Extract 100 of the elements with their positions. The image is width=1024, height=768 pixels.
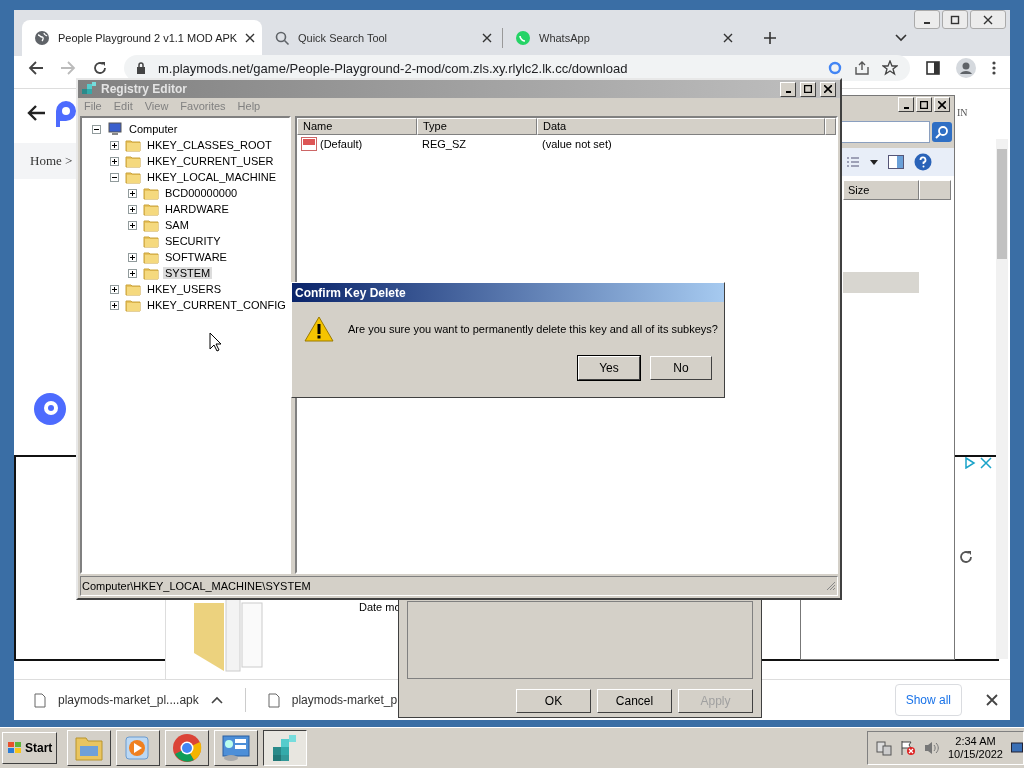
network-icon[interactable] <box>875 740 892 756</box>
search-button[interactable] <box>932 122 952 142</box>
preview-pane-icon[interactable] <box>888 155 904 169</box>
close-icon[interactable] <box>723 33 733 43</box>
flag-alert-icon[interactable] <box>899 740 916 756</box>
tree-item[interactable]: SECURITY <box>163 235 223 247</box>
expand-icon[interactable] <box>110 284 119 294</box>
close-icon <box>983 14 993 25</box>
file-icon <box>267 692 280 708</box>
address-bar[interactable]: m.playmods.net/game/People-Playground-2-mod/com.zls.xy.rlylc2.lk.cc/download <box>124 55 910 81</box>
back-icon[interactable] <box>28 60 44 76</box>
expand-icon[interactable] <box>128 220 137 230</box>
start-button[interactable]: Start <box>2 732 58 764</box>
new-tab-icon[interactable] <box>763 31 777 45</box>
folder-icon <box>125 138 141 152</box>
folder-icon <box>125 298 141 312</box>
dialog-button[interactable]: Cancel <box>597 689 672 713</box>
refresh-icon[interactable] <box>958 549 974 565</box>
expand-icon[interactable] <box>110 156 119 166</box>
window-title: Registry Editor <box>101 82 187 96</box>
browser-icon <box>172 733 203 763</box>
share-icon[interactable] <box>854 60 870 76</box>
sign-in-link[interactable]: IN <box>957 107 968 118</box>
maximize-icon <box>920 100 928 109</box>
tree-item[interactable]: SAM <box>163 219 191 231</box>
download-item[interactable]: playmods-market_p <box>267 692 398 708</box>
column-header[interactable]: Size <box>843 180 919 200</box>
resize-grip-icon[interactable] <box>826 581 836 591</box>
tree-item[interactable]: Computer <box>127 123 180 135</box>
collapse-icon[interactable] <box>92 124 101 134</box>
taskbar-button[interactable] <box>263 730 308 766</box>
show-desktop-icon[interactable] <box>1011 741 1023 755</box>
expand-icon[interactable] <box>128 252 137 262</box>
tree-item[interactable]: SOFTWARE <box>163 251 229 263</box>
tree-item[interactable]: HKEY_CURRENT_USER <box>145 155 276 167</box>
reload-icon[interactable] <box>92 60 108 76</box>
tree-item[interactable]: BCD00000000 <box>163 187 240 199</box>
show-all-button[interactable]: Show all <box>894 684 962 716</box>
maximize-button[interactable] <box>800 81 816 97</box>
side-panel-icon[interactable] <box>926 61 940 75</box>
close-icon[interactable] <box>986 694 998 706</box>
column-header[interactable]: Data <box>537 118 825 135</box>
folder-icon <box>143 186 159 200</box>
download-item[interactable]: playmods-market_pl....apk <box>34 692 223 708</box>
table-cell: (Default) <box>297 137 417 151</box>
dropdown-icon[interactable] <box>870 159 878 165</box>
star-icon[interactable] <box>882 60 898 76</box>
minimize-icon <box>924 21 930 24</box>
tree-item[interactable]: HKEY_CURRENT_CONFIG <box>145 299 288 311</box>
dialog-message: Are you sure you want to permanently delete this key and all of its subkeys? <box>348 323 718 335</box>
globe-icon <box>34 30 50 46</box>
close-icon[interactable] <box>245 33 256 43</box>
column-header[interactable] <box>919 180 951 200</box>
browser-tab[interactable]: People Playground 2 v1.1 MOD APK <box>22 20 262 56</box>
table-cell-text: (value not set) <box>541 138 613 150</box>
folder-icon <box>143 250 159 264</box>
browser-tab[interactable]: Quick Search Tool <box>262 20 502 56</box>
close-icon[interactable] <box>482 33 492 43</box>
expand-icon[interactable] <box>128 268 137 278</box>
table-cell-text: REG_SZ <box>421 138 467 150</box>
minimize-icon <box>903 106 909 109</box>
minimize-icon <box>785 91 791 93</box>
expand-icon[interactable] <box>128 204 137 214</box>
expand-icon[interactable] <box>110 140 119 150</box>
folder-icon <box>143 266 159 280</box>
chat-icon <box>515 30 531 46</box>
control-panel-icon <box>221 734 252 762</box>
scrollbar[interactable] <box>996 139 1008 659</box>
caret-icon[interactable] <box>210 696 223 704</box>
dialog-button[interactable]: OK <box>516 689 591 713</box>
profile-icon[interactable] <box>956 58 976 78</box>
tree-item[interactable]: HARDWARE <box>163 203 231 215</box>
maximize-button[interactable] <box>916 97 932 112</box>
search-field[interactable] <box>841 121 930 143</box>
logo-icon <box>54 99 78 127</box>
tree-item[interactable]: HKEY_CLASSES_ROOT <box>145 139 274 151</box>
search-icon <box>935 125 949 139</box>
collapse-icon[interactable] <box>110 172 119 182</box>
expand-icon[interactable] <box>128 188 137 198</box>
maximize-icon <box>804 85 812 93</box>
column-header[interactable]: Type <box>417 118 537 135</box>
restore-button[interactable] <box>942 10 968 29</box>
help-icon[interactable] <box>914 153 932 171</box>
speaker-icon[interactable] <box>923 740 940 756</box>
folder-icon <box>125 154 141 168</box>
column-header[interactable]: Name <box>297 118 417 135</box>
ad-choices-icon[interactable] <box>964 457 992 469</box>
minimize-button[interactable] <box>914 10 940 29</box>
tree-item[interactable]: HKEY_LOCAL_MACHINE <box>145 171 278 183</box>
menu-icon[interactable] <box>992 61 996 75</box>
dialog-button[interactable]: Yes <box>578 356 640 380</box>
dialog-button[interactable]: No <box>650 356 712 380</box>
expand-icon[interactable] <box>110 300 119 310</box>
close-button[interactable] <box>970 10 1006 29</box>
tree-item[interactable]: SYSTEM <box>163 267 213 279</box>
browser-tab[interactable]: WhatsApp <box>503 20 743 56</box>
string-value-icon <box>301 137 317 151</box>
back-arrow-icon[interactable] <box>26 104 46 122</box>
tree-item[interactable]: HKEY_USERS <box>145 283 223 295</box>
chevron-icon[interactable] <box>895 34 907 42</box>
